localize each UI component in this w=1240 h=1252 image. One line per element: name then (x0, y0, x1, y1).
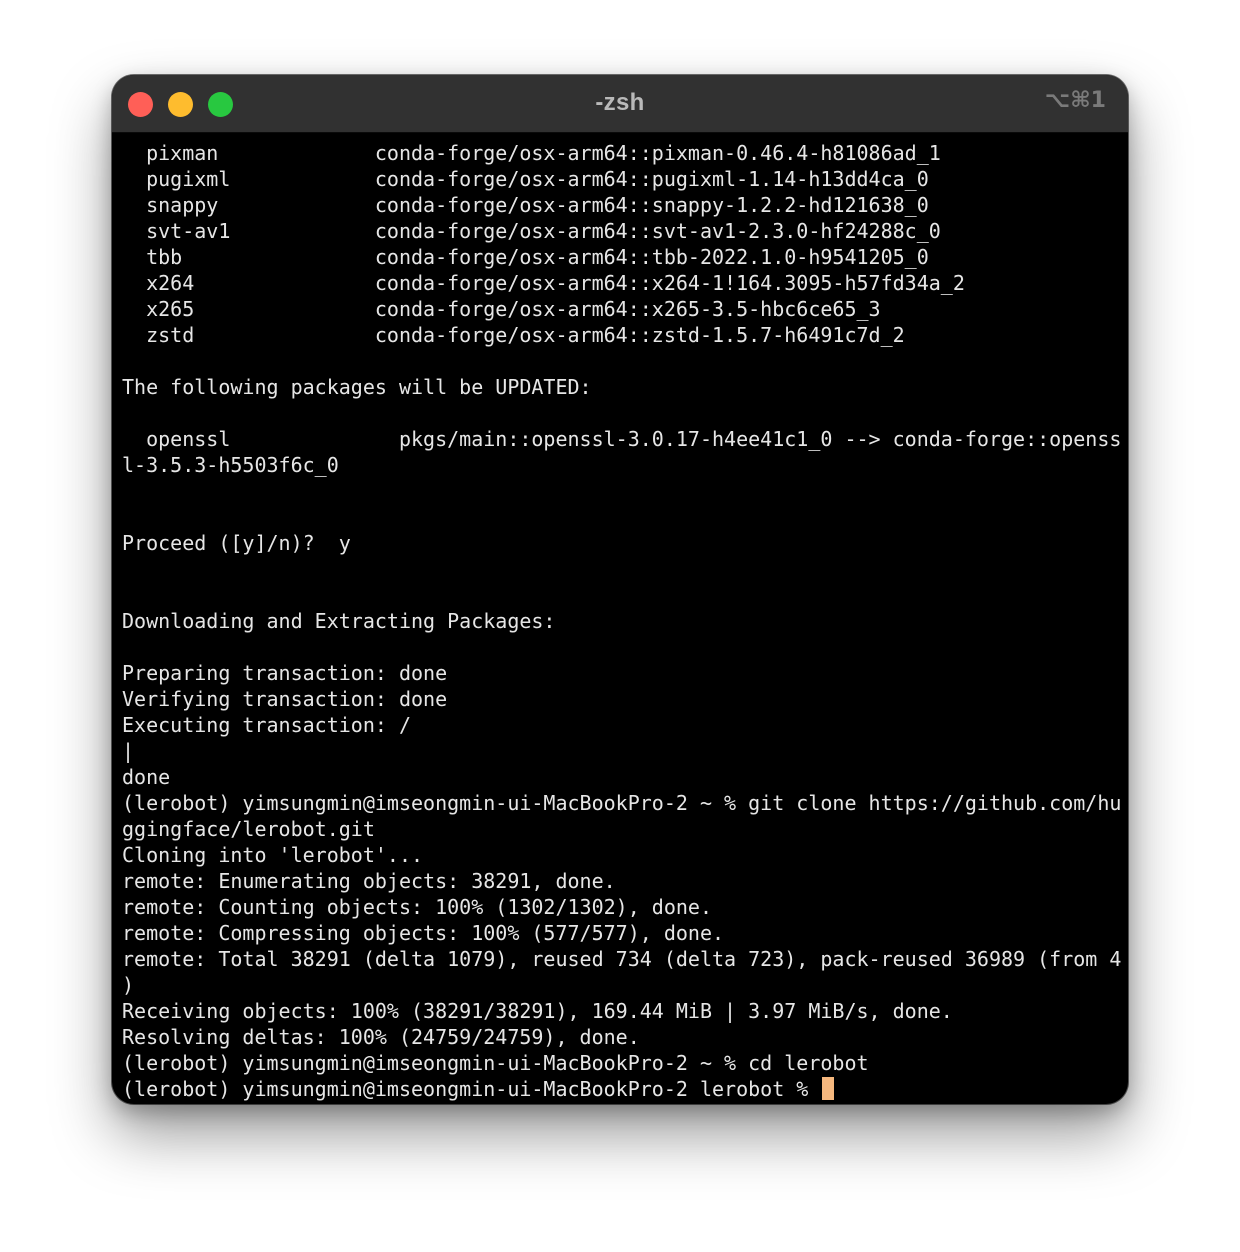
terminal-line: done (122, 765, 171, 789)
terminal-line: l-3.5.3-h5503f6c_0 (122, 453, 339, 477)
window-shortcut-label: ⌥⌘1 (1044, 88, 1106, 113)
terminal-line: ) (122, 973, 135, 997)
terminal-line: zstd conda-forge/osx-arm64::zstd-1.5.7-h… (122, 323, 905, 347)
terminal-window: -zsh ⌥⌘1 pixman conda-forge/osx-arm64::p… (112, 75, 1128, 1104)
terminal-line: Resolving deltas: 100% (24759/24759), do… (122, 1025, 640, 1049)
terminal-line: Verifying transaction: done (122, 687, 448, 711)
terminal-line: ggingface/lerobot.git (122, 817, 375, 841)
terminal-line: snappy conda-forge/osx-arm64::snappy-1.2… (122, 193, 929, 217)
terminal-line: x265 conda-forge/osx-arm64::x265-3.5-hbc… (122, 297, 881, 321)
window-title: -zsh (595, 89, 645, 116)
terminal-line: (lerobot) yimsungmin@imseongmin-ui-MacBo… (122, 1051, 869, 1075)
terminal-line: svt-av1 conda-forge/osx-arm64::svt-av1-2… (122, 219, 941, 243)
terminal-line: remote: Enumerating objects: 38291, done… (122, 869, 616, 893)
terminal-line: x264 conda-forge/osx-arm64::x264-1!164.3… (122, 271, 965, 295)
terminal-line: Proceed ([y]/n)? y (122, 531, 351, 555)
terminal-line: remote: Compressing objects: 100% (577/5… (122, 921, 725, 945)
terminal-line: tbb conda-forge/osx-arm64::tbb-2022.1.0-… (122, 245, 929, 269)
terminal-prompt-line[interactable]: (lerobot) yimsungmin@imseongmin-ui-MacBo… (122, 1076, 1122, 1102)
text-cursor (822, 1077, 835, 1100)
terminal-line: pugixml conda-forge/osx-arm64::pugixml-1… (122, 167, 929, 191)
terminal-line: | (122, 739, 135, 763)
terminal-line: Cloning into 'lerobot'... (122, 843, 424, 867)
terminal-line: Preparing transaction: done (122, 661, 448, 685)
terminal-line: openssl pkgs/main::openssl-3.0.17-h4ee41… (122, 427, 1122, 451)
terminal-line: The following packages will be UPDATED: (122, 375, 592, 399)
shell-prompt: (lerobot) yimsungmin@imseongmin-ui-MacBo… (122, 1077, 821, 1101)
terminal-line: (lerobot) yimsungmin@imseongmin-ui-MacBo… (122, 791, 1122, 815)
terminal-output[interactable]: pixman conda-forge/osx-arm64::pixman-0.4… (122, 140, 1122, 1102)
terminal-line: Receiving objects: 100% (38291/38291), 1… (122, 999, 953, 1023)
title-bar[interactable]: -zsh ⌥⌘1 (112, 75, 1128, 133)
terminal-line: remote: Counting objects: 100% (1302/130… (122, 895, 713, 919)
terminal-line: pixman conda-forge/osx-arm64::pixman-0.4… (122, 141, 941, 165)
terminal-line: Executing transaction: / (122, 713, 411, 737)
terminal-line: remote: Total 38291 (delta 1079), reused… (122, 947, 1122, 971)
terminal-line: Downloading and Extracting Packages: (122, 609, 556, 633)
